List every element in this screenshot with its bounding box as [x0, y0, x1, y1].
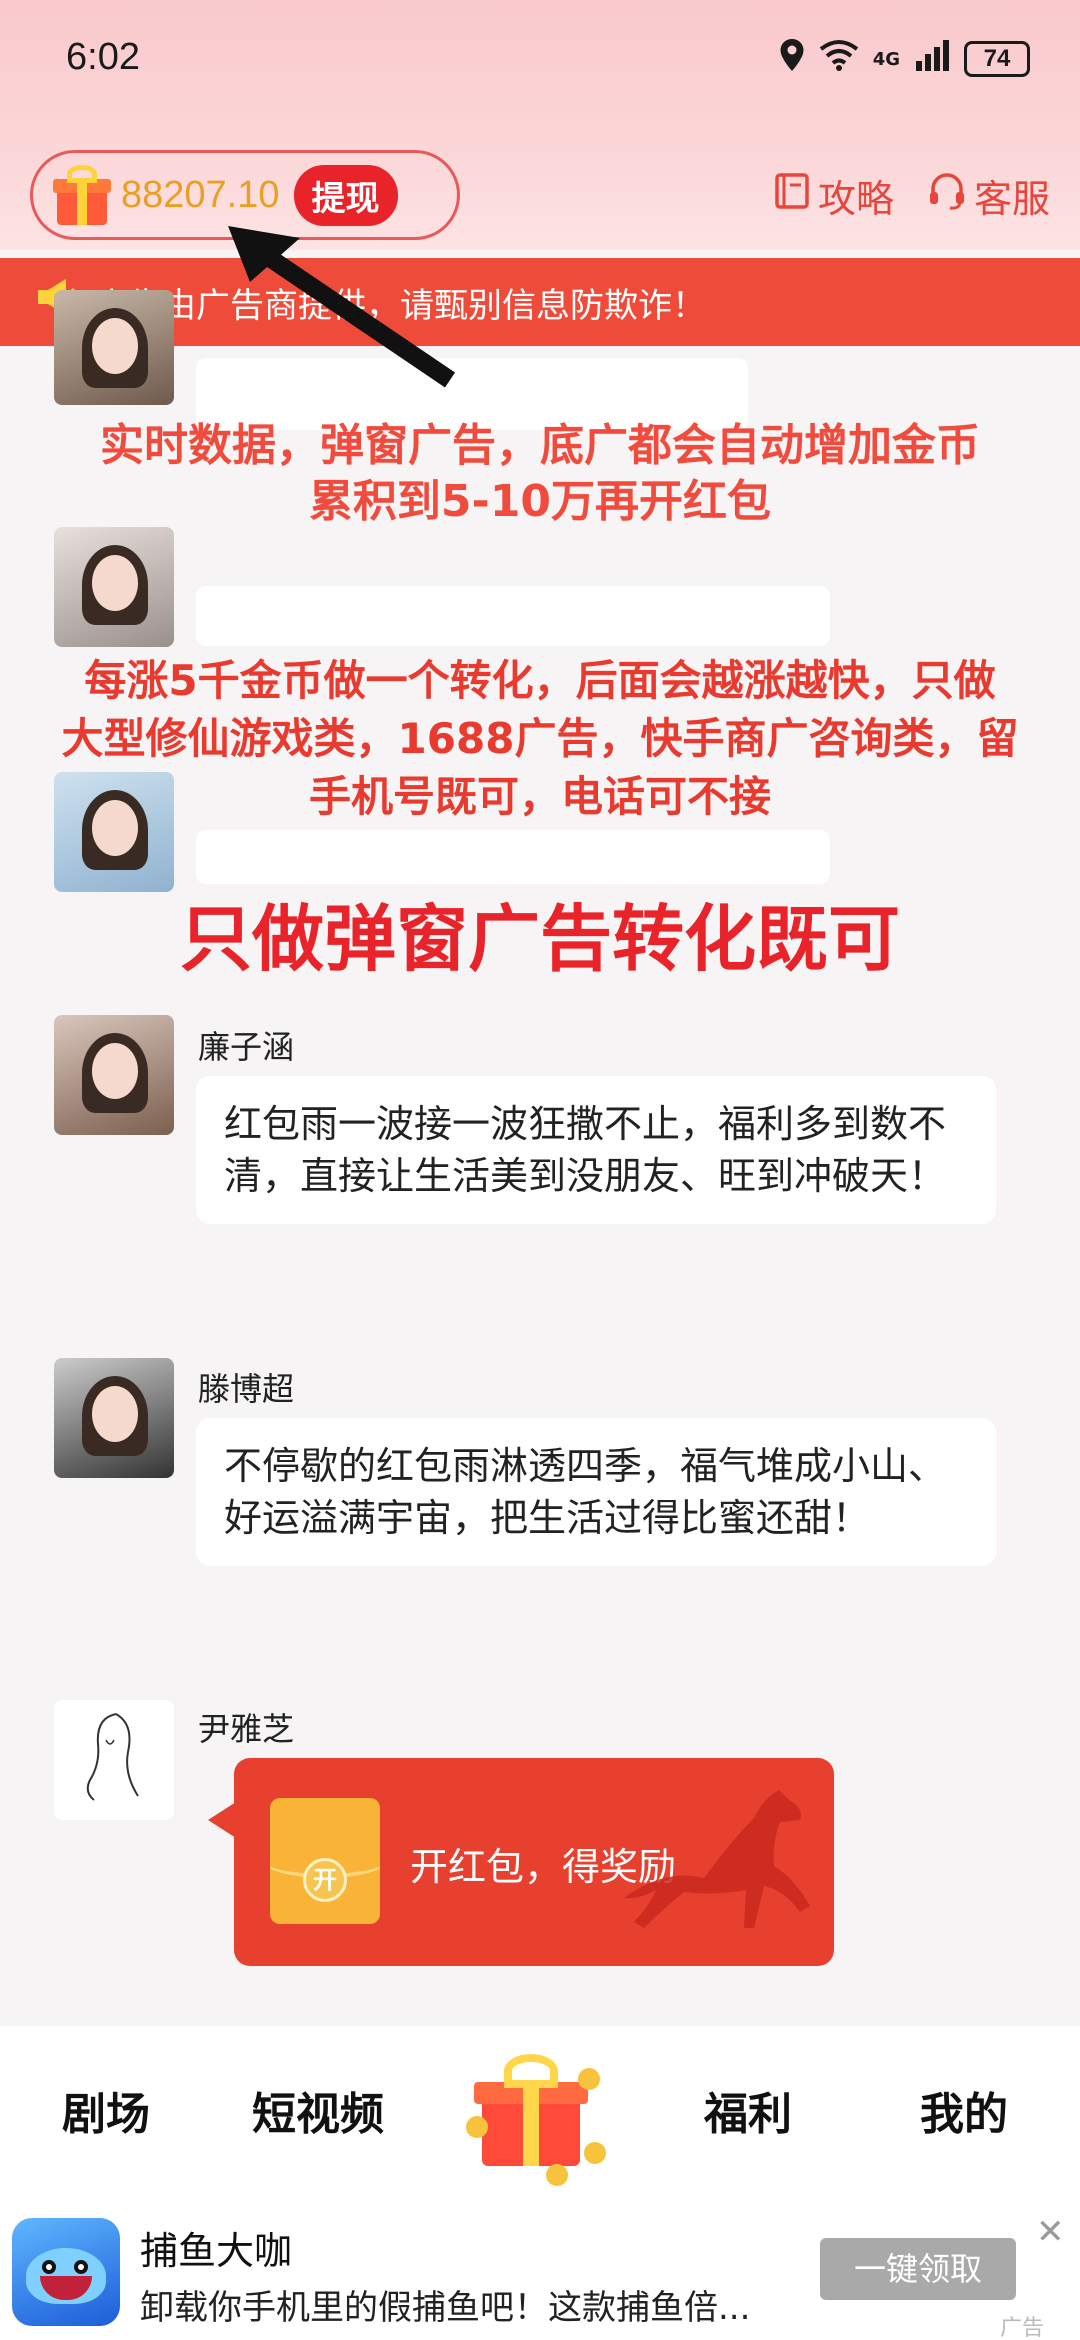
user-name: 滕博超: [198, 1370, 295, 1408]
gift-icon: [51, 165, 113, 225]
user-name: 廉子涵: [198, 1028, 295, 1066]
service-link[interactable]: 客服: [928, 168, 1050, 223]
signal-icon: [914, 39, 950, 79]
ad-tag: 广告: [1000, 2316, 1045, 2340]
tab-me[interactable]: 我的: [920, 2078, 1008, 2142]
status-time: 6:02: [66, 36, 140, 78]
fish-game-icon: [12, 2218, 120, 2326]
ad-banner[interactable]: 捕鱼大咖 卸载你手机里的假捕鱼吧！这款捕鱼倍... 一键领取 ✕ 广告: [0, 2198, 1080, 2340]
location-icon: [779, 38, 805, 80]
red-envelope-icon: 开: [270, 1798, 380, 1924]
book-icon: [774, 172, 810, 219]
avatar: [54, 1358, 174, 1478]
service-label: 客服: [973, 177, 1050, 221]
message-bubble: [196, 830, 830, 884]
user-name: 尹雅芝: [198, 1710, 295, 1748]
tab-theater[interactable]: 剧场: [62, 2078, 150, 2142]
tab-welfare[interactable]: 福利: [704, 2078, 792, 2142]
annotation-headline: 只做弹窗广告转化既可: [179, 897, 900, 981]
ad-title: 捕鱼大咖: [140, 2229, 293, 2273]
message-bubble: [196, 586, 830, 646]
status-bar: 6:02 4G 74: [0, 0, 1080, 120]
avatar: [54, 1700, 174, 1820]
tab-short-video[interactable]: 短视频: [252, 2078, 384, 2142]
avatar: [54, 1015, 174, 1135]
arrow-annotation: [228, 226, 456, 388]
coin-amount: 88207.10: [121, 173, 280, 216]
ad-description: 卸载你手机里的假捕鱼吧！这款捕鱼倍...: [140, 2288, 751, 2328]
header-links: 攻略 客服: [774, 168, 1050, 223]
message-bubble: 红包雨一波接一波狂撒不止，福利多到数不清，直接让生活美到没朋友、旺到冲破天！: [196, 1076, 996, 1224]
bottom-tab-bar: 剧场 短视频 福利 我的: [0, 2026, 1080, 2198]
red-envelope-card[interactable]: 开 开红包，得奖励: [208, 1758, 834, 1966]
withdraw-button[interactable]: 提现: [293, 164, 398, 226]
avatar: [54, 290, 174, 405]
guide-link[interactable]: 攻略: [774, 168, 894, 223]
guide-label: 攻略: [817, 177, 894, 221]
battery-indicator: 74: [964, 41, 1030, 77]
red-envelope-coin: 开: [303, 1858, 347, 1902]
annotation-text: 实时数据，弹窗广告，底广都会自动增加金币 累积到5-10万再开红包: [100, 420, 980, 527]
gift-icon[interactable]: [466, 2046, 606, 2186]
headset-icon: [928, 172, 966, 219]
horse-icon: [624, 1790, 810, 1928]
annotation-text: 每涨5千金币做一个转化，后面会越涨越快，只做 大型修仙游戏类，1688广告，快手…: [61, 656, 1019, 821]
wifi-icon: [819, 39, 859, 79]
status-icons: 4G 74: [779, 38, 1030, 80]
ad-claim-button[interactable]: 一键领取: [820, 2238, 1016, 2300]
network-label: 4G: [872, 48, 900, 70]
avatar: [54, 527, 174, 647]
close-icon[interactable]: ✕: [1036, 2212, 1065, 2252]
message-bubble: 不停歇的红包雨淋透四季，福气堆成小山、好运溢满宇宙，把生活过得比蜜还甜！: [196, 1418, 996, 1566]
